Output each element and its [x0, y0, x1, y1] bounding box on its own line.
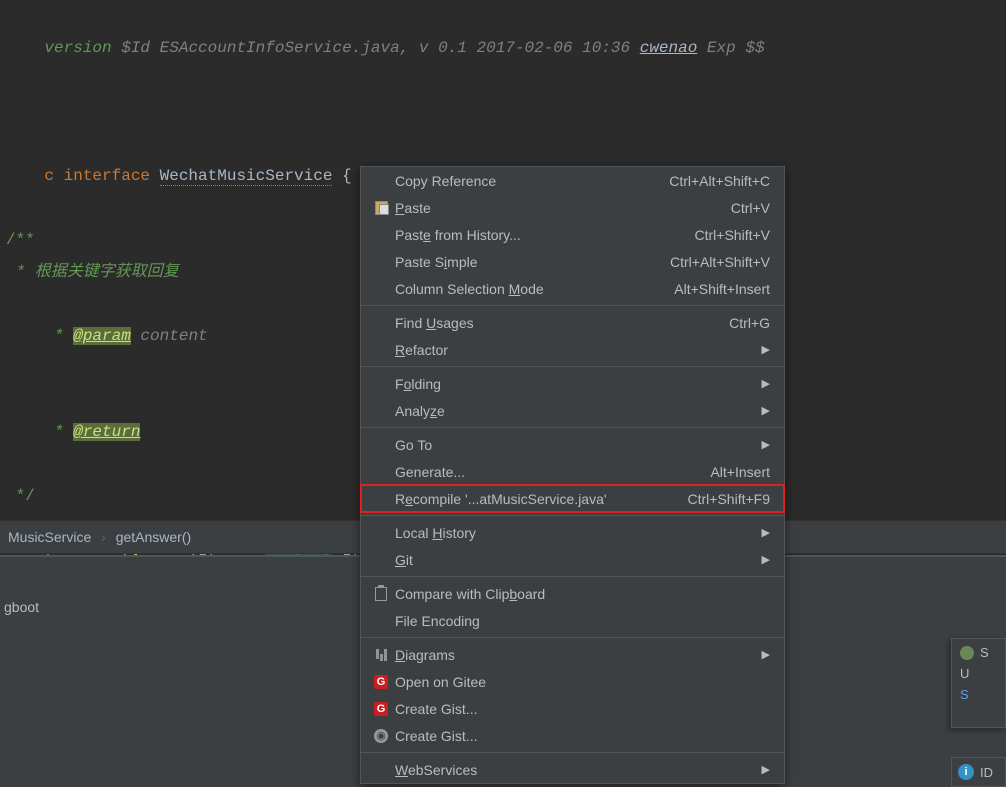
chevron-right-icon: ▶: [762, 343, 770, 356]
menu-separator: [361, 515, 784, 516]
class-name: WechatMusicService: [160, 167, 333, 186]
menu-paste-history[interactable]: Paste from History... Ctrl+Shift+V: [361, 221, 784, 248]
info-icon: i: [958, 764, 974, 780]
menu-label: Recompile '...atMusicService.java': [395, 491, 676, 507]
shortcut: Ctrl+Alt+Shift+C: [669, 173, 770, 189]
menu-local-history[interactable]: Local History ▶: [361, 519, 784, 546]
menu-label: Paste: [395, 200, 719, 216]
menu-paste[interactable]: Paste Ctrl+V: [361, 194, 784, 221]
paste-icon: [371, 201, 391, 215]
menu-compare-clipboard[interactable]: Compare with Clipboard: [361, 580, 784, 607]
menu-label: Find Usages: [395, 315, 717, 331]
menu-label: Go To: [395, 437, 750, 453]
menu-label: Folding: [395, 376, 750, 392]
shortcut: Alt+Insert: [710, 464, 770, 480]
shortcut: Ctrl+Alt+Shift+V: [670, 254, 770, 270]
menu-label: Diagrams: [395, 647, 750, 663]
menu-label: Paste from History...: [395, 227, 683, 243]
diagram-icon: [371, 649, 391, 661]
github-icon: ◉: [371, 729, 391, 743]
breadcrumb-separator: ›: [101, 529, 106, 545]
shortcut: Ctrl+V: [731, 200, 770, 216]
shortcut: Ctrl+Shift+V: [695, 227, 770, 243]
menu-separator: [361, 576, 784, 577]
menu-separator: [361, 427, 784, 428]
keyword: interface: [64, 167, 160, 185]
menu-webservices[interactable]: WebServices ▶: [361, 756, 784, 783]
menu-recompile[interactable]: Recompile '...atMusicService.java' Ctrl+…: [361, 485, 784, 512]
context-menu: Copy Reference Ctrl+Alt+Shift+C Paste Ct…: [360, 166, 785, 784]
menu-refactor[interactable]: Refactor ▶: [361, 336, 784, 363]
menu-column-selection[interactable]: Column Selection Mode Alt+Shift+Insert: [361, 275, 784, 302]
shortcut: Alt+Shift+Insert: [674, 281, 770, 297]
menu-label: Paste Simple: [395, 254, 658, 270]
menu-folding[interactable]: Folding ▶: [361, 370, 784, 397]
gitee-icon: G: [371, 675, 391, 689]
shortcut: Ctrl+G: [729, 315, 770, 331]
menu-create-gist-github[interactable]: ◉ Create Gist...: [361, 722, 784, 749]
menu-separator: [361, 752, 784, 753]
menu-label: Copy Reference: [395, 173, 657, 189]
param-tag: @param: [73, 327, 131, 345]
chevron-right-icon: ▶: [762, 377, 770, 390]
menu-paste-simple[interactable]: Paste Simple Ctrl+Alt+Shift+V: [361, 248, 784, 275]
notification-link[interactable]: S: [960, 687, 969, 702]
menu-label: Column Selection Mode: [395, 281, 662, 297]
javadoc-prefix: *: [44, 327, 73, 345]
author-link: cwenao: [640, 39, 698, 57]
menu-find-usages[interactable]: Find Usages Ctrl+G: [361, 309, 784, 336]
chevron-right-icon: ▶: [762, 763, 770, 776]
menu-label: Compare with Clipboard: [395, 586, 770, 602]
breadcrumb-item[interactable]: MusicService: [8, 529, 91, 545]
clipboard-icon: [371, 587, 391, 601]
menu-separator: [361, 366, 784, 367]
menu-create-gist-gitee[interactable]: G Create Gist...: [361, 695, 784, 722]
menu-analyze[interactable]: Analyze ▶: [361, 397, 784, 424]
status-text: ID: [980, 765, 993, 780]
status-bar: i ID: [951, 757, 1006, 787]
menu-file-encoding[interactable]: File Encoding: [361, 607, 784, 634]
menu-label: Create Gist...: [395, 701, 770, 717]
spring-icon: [960, 646, 974, 660]
notification-title: S: [980, 645, 989, 660]
breadcrumb-item[interactable]: getAnswer(): [116, 529, 191, 545]
chevron-right-icon: ▶: [762, 404, 770, 417]
menu-label: File Encoding: [395, 613, 770, 629]
shortcut: Ctrl+Shift+F9: [688, 491, 770, 507]
menu-label: Analyze: [395, 403, 750, 419]
brace: {: [332, 167, 351, 185]
return-tag: @return: [73, 423, 140, 441]
keyword: c: [44, 167, 63, 185]
gitee-icon: G: [371, 702, 391, 716]
menu-label: Open on Gitee: [395, 674, 770, 690]
menu-label: Local History: [395, 525, 750, 541]
chevron-right-icon: ▶: [762, 526, 770, 539]
code-comment: Exp $$: [697, 39, 764, 57]
menu-open-gitee[interactable]: G Open on Gitee: [361, 668, 784, 695]
menu-generate[interactable]: Generate... Alt+Insert: [361, 458, 784, 485]
chevron-right-icon: ▶: [762, 553, 770, 566]
chevron-right-icon: ▶: [762, 438, 770, 451]
param-var: content: [131, 327, 208, 345]
menu-label: Generate...: [395, 464, 698, 480]
menu-diagrams[interactable]: Diagrams ▶: [361, 641, 784, 668]
code-comment: $Id ESAccountInfoService.java, v 0.1 201…: [112, 39, 640, 57]
menu-label: Create Gist...: [395, 728, 770, 744]
menu-separator: [361, 637, 784, 638]
chevron-right-icon: ▶: [762, 648, 770, 661]
code-text: version: [44, 39, 111, 57]
notification-panel: S U S: [951, 638, 1006, 728]
menu-go-to[interactable]: Go To ▶: [361, 431, 784, 458]
menu-separator: [361, 305, 784, 306]
menu-label: Git: [395, 552, 750, 568]
menu-label: Refactor: [395, 342, 750, 358]
notification-text: U: [960, 666, 969, 681]
menu-git[interactable]: Git ▶: [361, 546, 784, 573]
menu-copy-reference[interactable]: Copy Reference Ctrl+Alt+Shift+C: [361, 167, 784, 194]
javadoc-prefix: *: [44, 423, 73, 441]
menu-label: WebServices: [395, 762, 750, 778]
